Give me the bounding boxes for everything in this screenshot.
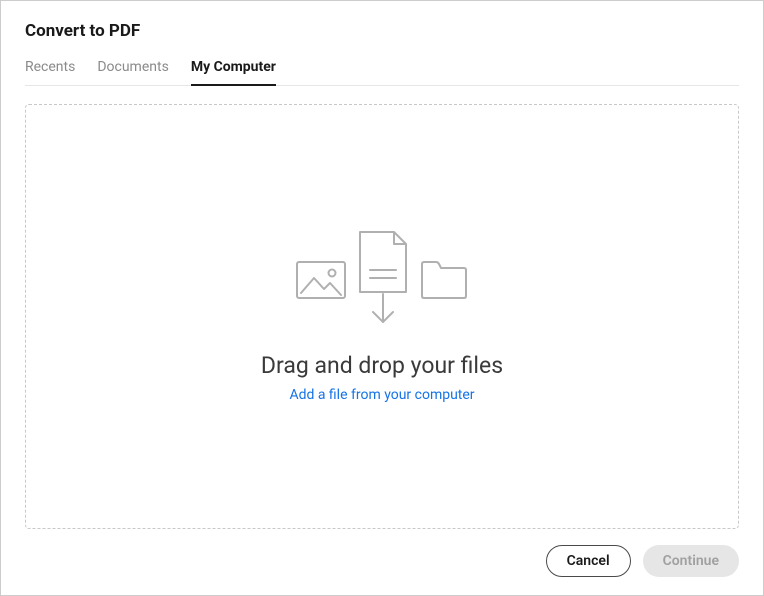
tab-documents[interactable]: Documents (97, 59, 168, 85)
dropzone-illustration (296, 230, 468, 334)
dropzone-heading: Drag and drop your files (261, 352, 503, 379)
add-file-link[interactable]: Add a file from your computer (289, 387, 474, 403)
tab-recents[interactable]: Recents (25, 59, 75, 85)
cancel-button[interactable]: Cancel (546, 545, 631, 577)
document-arrow-icon (354, 230, 412, 334)
dropzone[interactable]: Drag and drop your files Add a file from… (25, 104, 739, 529)
tabs: Recents Documents My Computer (25, 59, 739, 86)
folder-icon (420, 260, 468, 304)
page-title: Convert to PDF (25, 21, 739, 41)
tab-my-computer[interactable]: My Computer (191, 59, 276, 85)
continue-button: Continue (643, 545, 739, 577)
footer: Cancel Continue (25, 529, 739, 577)
image-icon (296, 261, 346, 303)
